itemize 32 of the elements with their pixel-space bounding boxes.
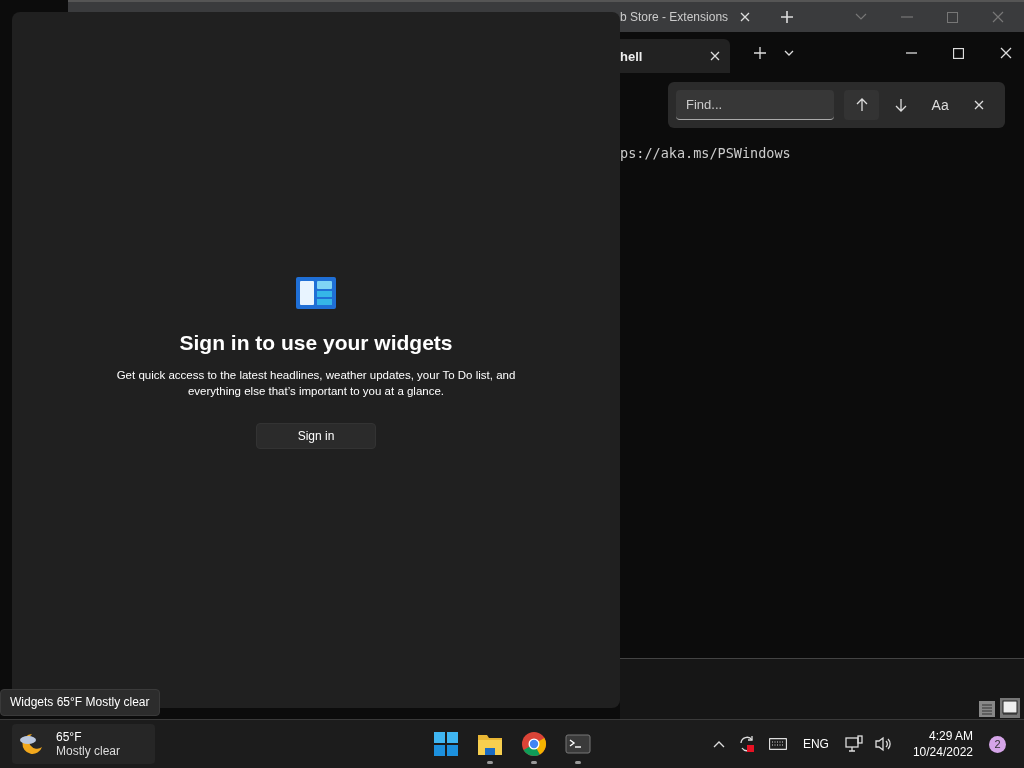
close-icon [974, 100, 985, 110]
network-icon[interactable] [844, 735, 863, 753]
condition-text: Mostly clear [56, 744, 120, 758]
language-indicator[interactable]: ENG [802, 737, 829, 751]
speaker-icon[interactable] [874, 736, 893, 752]
find-field[interactable]: Find... [676, 90, 834, 120]
date-text[interactable]: 10/24/2022 [912, 744, 973, 760]
match-case-button[interactable]: Aa [922, 90, 958, 120]
widgets-icon [296, 277, 336, 309]
browser-icon[interactable] [520, 730, 548, 758]
arrow-down-icon [894, 98, 907, 112]
sign-in-button[interactable]: Sign in [256, 423, 376, 449]
terminal-tab[interactable]: hell [620, 39, 730, 73]
keyboard-icon[interactable] [768, 738, 787, 750]
moon-cloud-icon [18, 731, 44, 757]
notification-badge[interactable]: 2 [989, 735, 1006, 753]
panel-title: Sign in to use your widgets [179, 331, 453, 355]
list-view-icon[interactable] [978, 700, 996, 718]
browser-tab[interactable]: b Store - Extensions [620, 2, 759, 32]
panel-description: Get quick access to the latest headlines, weather updates, your To Do list, and everything else that’s important to you at a glance. [116, 368, 516, 399]
arrow-up-icon [855, 98, 868, 112]
temperature-text: 65°F [56, 730, 83, 744]
plus-icon[interactable] [754, 47, 766, 59]
chevron-up-icon[interactable] [712, 740, 725, 748]
previous-button[interactable] [844, 90, 880, 120]
weather-widget[interactable]: 65°F Mostly clear [12, 724, 155, 764]
windows-logo-icon[interactable] [432, 730, 460, 758]
tooltip: Widgets 65°F Mostly clear [0, 689, 160, 716]
terminal-text: ps://aka.ms/PSWindows [620, 145, 792, 161]
time-text[interactable]: 4:29 AM [912, 728, 973, 744]
preview-view-icon[interactable] [1000, 698, 1020, 718]
plus-icon[interactable] [780, 10, 795, 24]
